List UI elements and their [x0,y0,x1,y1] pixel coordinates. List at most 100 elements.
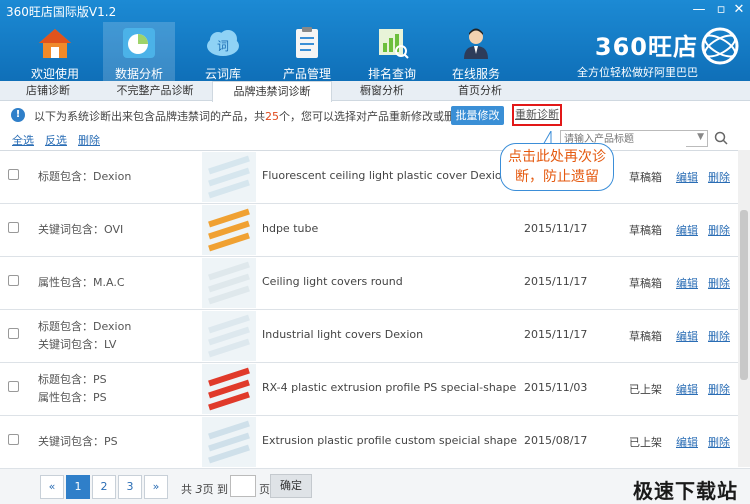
edit-link[interactable]: 编辑 [676,275,698,291]
row-checkbox[interactable] [8,328,19,339]
table-row[interactable]: 标题包含：PS 属性包含：PS RX-4 plastic extrusion pro… [0,363,738,416]
tab-brand-banned-words[interactable]: 品牌违禁词诊断 [212,81,332,102]
table-row[interactable]: 关键词包含：PS Extrusion plastic profile custom… [0,416,738,467]
maximize-button[interactable]: ▫ [712,2,730,17]
info-icon: ! [11,108,25,122]
close-button[interactable]: ✕ [730,2,748,17]
home-icon [39,29,71,58]
violation-reason: 属性包含：M.A.C [38,274,198,292]
product-title: Industrial light covers Dexion [262,328,424,341]
nav-cloud-words[interactable]: 词 云词库 [187,22,259,81]
vertical-scrollbar[interactable] [738,150,750,467]
goto-page-input[interactable] [230,475,256,497]
delete-link[interactable]: 删除 [708,381,730,397]
app-header: 360旺店国际版V1.2 — ▫ ✕ 欢迎使用 数据分析 词 云词库 产品管理 … [0,0,750,81]
violation-reason: 关键词包含：PS [38,433,198,451]
edit-link[interactable]: 编辑 [676,381,698,397]
delete-link[interactable]: 删除 [708,222,730,238]
violation-reason: 标题包含：Dexion [38,168,198,186]
product-title: Fluorescent ceiling light plastic cover … [262,169,509,182]
delete-link[interactable]: 删除 [708,328,730,344]
product-title: hdpe tube [262,222,319,235]
edit-link[interactable]: 编辑 [676,222,698,238]
table-row[interactable]: 标题包含：Dexion 关键词包含：LV Industrial light cove… [0,310,738,363]
total-pages: 3 [195,483,203,496]
brand-name: 360旺店 [594,33,698,61]
list-toolbar: 全选 反选 删除 ▼ [0,128,750,150]
product-thumbnail [202,152,256,202]
page-2-button[interactable]: 2 [92,475,116,499]
nav-ranking-query-label: 排名查询 [367,67,416,81]
next-page-button[interactable]: » [144,475,168,499]
nav-ranking-query[interactable]: 排名查询 [356,22,428,81]
rediagnose-button[interactable]: 重新诊断 [512,104,562,126]
delete-link[interactable]: 删除 [708,434,730,450]
nav-online-service[interactable]: 在线服务 [440,22,512,81]
product-date: 2015/11/17 [524,275,588,288]
product-date: 2015/08/17 [524,434,588,447]
select-all-link[interactable]: 全选 [12,132,34,148]
batch-edit-button[interactable]: 批量修改 [451,106,504,125]
pie-chart-icon [123,28,155,58]
window-title: 360旺店国际版V1.2 [6,5,117,19]
delete-link[interactable]: 删除 [708,275,730,291]
clipboard-icon [296,27,318,58]
edit-link[interactable]: 编辑 [676,434,698,450]
row-checkbox[interactable] [8,275,19,286]
table-row[interactable]: 标题包含：Dexion Fluorescent ceiling light pla… [0,151,738,204]
product-table: 标题包含：Dexion Fluorescent ceiling light pla… [0,150,738,467]
product-thumbnail [202,417,256,467]
invert-selection-link[interactable]: 反选 [45,132,67,148]
chevron-down-icon[interactable]: ▼ [697,132,704,142]
tab-incomplete-products[interactable]: 不完整产品诊断 [100,81,210,101]
violation-reason-line: 标题包含：Dexion [38,170,132,183]
nav-product-management-label: 产品管理 [282,67,331,81]
total-prefix: 共 [181,483,192,496]
nav-cloud-words-label: 云词库 [204,67,241,81]
product-title: Ceiling light covers round [262,275,403,288]
total-suffix: 页 到 [202,483,229,496]
prev-page-button[interactable]: « [40,475,64,499]
delete-link[interactable]: 删除 [708,169,730,185]
edit-link[interactable]: 编辑 [676,328,698,344]
nav-welcome-label: 欢迎使用 [30,67,79,81]
svg-text:词: 词 [217,39,229,53]
violation-reason-line: 关键词包含：PS [38,435,118,448]
scrollbar-thumb[interactable] [740,210,748,380]
row-checkbox[interactable] [8,222,19,233]
minimize-button[interactable]: — [690,2,708,17]
brand-block: 360旺店 全方位轻松做好阿里巴巴 [577,27,698,80]
nav-welcome[interactable]: 欢迎使用 [19,22,91,81]
search-icon[interactable] [714,131,728,145]
nav-data-analysis[interactable]: 数据分析 [103,22,175,81]
tab-store-diagnosis[interactable]: 店铺诊断 [0,81,96,101]
violation-reason-line: 关键词包含：OVI [38,223,124,236]
table-row[interactable]: 关键词包含：OVI hdpe tube 2015/11/17 草稿箱 编辑 删除 [0,204,738,257]
rediagnose-tooltip: 点击此处再次诊 断，防止遗留 [500,143,614,191]
table-row[interactable]: 属性包含：M.A.C Ceiling light covers round 2015… [0,257,738,310]
product-date: 2015/11/17 [524,222,588,235]
page-unit-label: 页 [259,483,270,496]
product-thumbnail [202,258,256,308]
nav-product-management[interactable]: 产品管理 [271,22,343,81]
delete-selected-link[interactable]: 删除 [78,132,100,148]
product-status: 已上架 [629,436,662,449]
tooltip-line-2: 断，防止遗留 [515,169,599,185]
edit-link[interactable]: 编辑 [676,169,698,185]
support-agent-icon [464,28,488,59]
goto-confirm-button[interactable]: 确定 [270,474,312,498]
notice-prefix: 以下为系统诊断出来包含品牌违禁词的产品，共 [34,110,265,123]
sub-tab-bar: 店铺诊断 不完整产品诊断 品牌违禁词诊断 橱窗分析 首页分析 [0,81,750,102]
banned-product-count: 25 [265,110,279,123]
row-checkbox[interactable] [8,381,19,392]
row-checkbox[interactable] [8,169,19,180]
product-title: Extrusion plastic profile custom speicia… [262,434,517,447]
total-pages-text: 共 3页 到 [181,481,228,497]
nav-data-analysis-label: 数据分析 [114,67,163,81]
row-checkbox[interactable] [8,434,19,445]
notice-text: 以下为系统诊断出来包含品牌违禁词的产品，共25个，您可以选择对产品重新修改或删除… [34,108,477,124]
tab-homepage-analysis[interactable]: 首页分析 [432,81,528,101]
page-3-button[interactable]: 3 [118,475,142,499]
tab-showcase-analysis[interactable]: 橱窗分析 [334,81,430,101]
page-1-button[interactable]: 1 [66,475,90,499]
